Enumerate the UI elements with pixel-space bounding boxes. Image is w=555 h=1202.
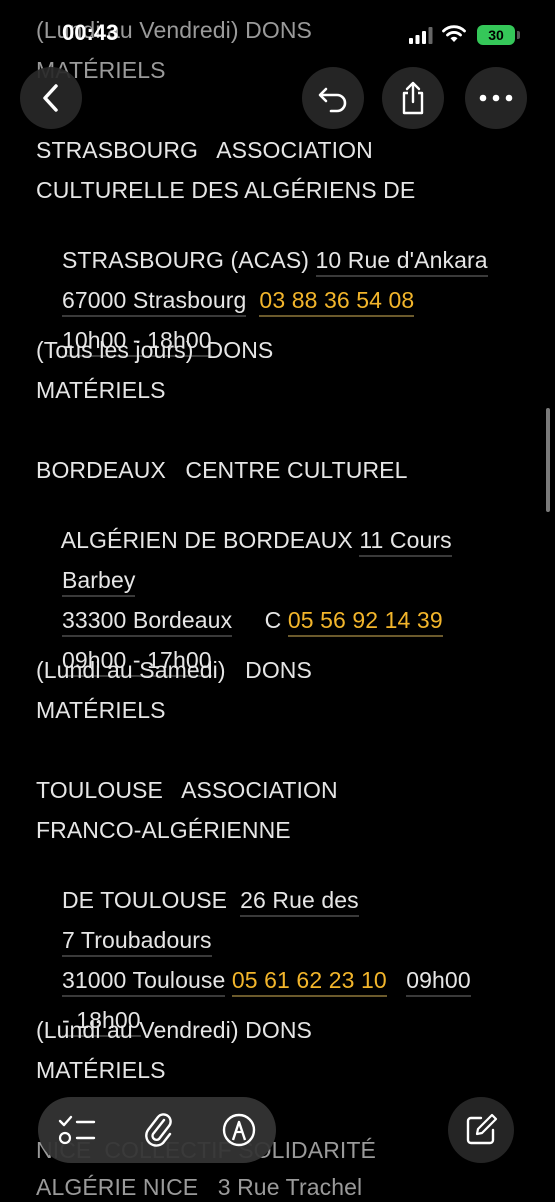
compose-icon bbox=[466, 1113, 498, 1145]
share-icon bbox=[402, 81, 424, 115]
more-button[interactable] bbox=[465, 67, 527, 129]
battery-level: 30 bbox=[488, 27, 504, 43]
paperclip-icon bbox=[145, 1113, 172, 1147]
entry-line: (Lundi au Samedi) DONS bbox=[36, 657, 312, 683]
address-link[interactable]: 26 Rue des bbox=[240, 887, 359, 917]
hours-link[interactable]: 09h00 bbox=[406, 967, 471, 997]
checklist-button[interactable] bbox=[56, 1109, 98, 1151]
entry-line: MATÉRIELS bbox=[36, 1057, 166, 1083]
battery-icon: 30 bbox=[477, 25, 515, 45]
bottom-toolbar bbox=[38, 1097, 276, 1163]
attach-button[interactable] bbox=[138, 1109, 180, 1151]
wifi-icon bbox=[442, 25, 466, 42]
address-link[interactable]: 11 Cours bbox=[359, 527, 452, 557]
undo-icon bbox=[318, 87, 347, 113]
undo-button[interactable] bbox=[302, 67, 364, 129]
entry-line: TOULOUSE ASSOCIATION bbox=[36, 777, 338, 803]
status-bar: 00:43 30 bbox=[0, 0, 555, 70]
entry-line: FRANCO-ALGÉRIENNE bbox=[36, 817, 291, 843]
compose-button[interactable] bbox=[448, 1097, 514, 1163]
entry-line: MATÉRIELS bbox=[36, 697, 166, 723]
markup-pen-icon bbox=[222, 1113, 256, 1147]
entry-line: (Tous les jours) DONS bbox=[36, 337, 274, 363]
scrollbar[interactable] bbox=[546, 408, 550, 512]
chevron-left-icon bbox=[43, 84, 58, 112]
checklist-icon bbox=[58, 1115, 96, 1145]
entry-line: MATÉRIELS bbox=[36, 377, 166, 403]
phone-link[interactable]: 05 61 62 23 10 bbox=[231, 967, 387, 997]
status-time: 00:43 bbox=[62, 20, 119, 45]
entry-line: (Lundi au Vendredi) DONS bbox=[36, 1017, 312, 1043]
entry-line: CULTURELLE DES ALGÉRIENS DE bbox=[36, 177, 416, 203]
back-button[interactable] bbox=[20, 67, 82, 129]
entry-line: STRASBOURG ASSOCIATION bbox=[36, 137, 373, 163]
entry-line: BORDEAUX CENTRE CULTUREL bbox=[36, 457, 408, 483]
share-button[interactable] bbox=[382, 67, 444, 129]
ellipsis-icon bbox=[479, 94, 513, 102]
battery-cap bbox=[517, 31, 520, 39]
phone-link[interactable]: 05 56 92 14 39 bbox=[287, 607, 443, 637]
markup-button[interactable] bbox=[218, 1109, 260, 1151]
cellular-signal-icon bbox=[409, 27, 433, 44]
phone-link[interactable]: 03 88 36 54 08 bbox=[259, 287, 415, 317]
entry-text: C bbox=[232, 607, 288, 633]
entry-line: ALGÉRIE NICE 3 Rue Trachel bbox=[36, 1174, 363, 1200]
